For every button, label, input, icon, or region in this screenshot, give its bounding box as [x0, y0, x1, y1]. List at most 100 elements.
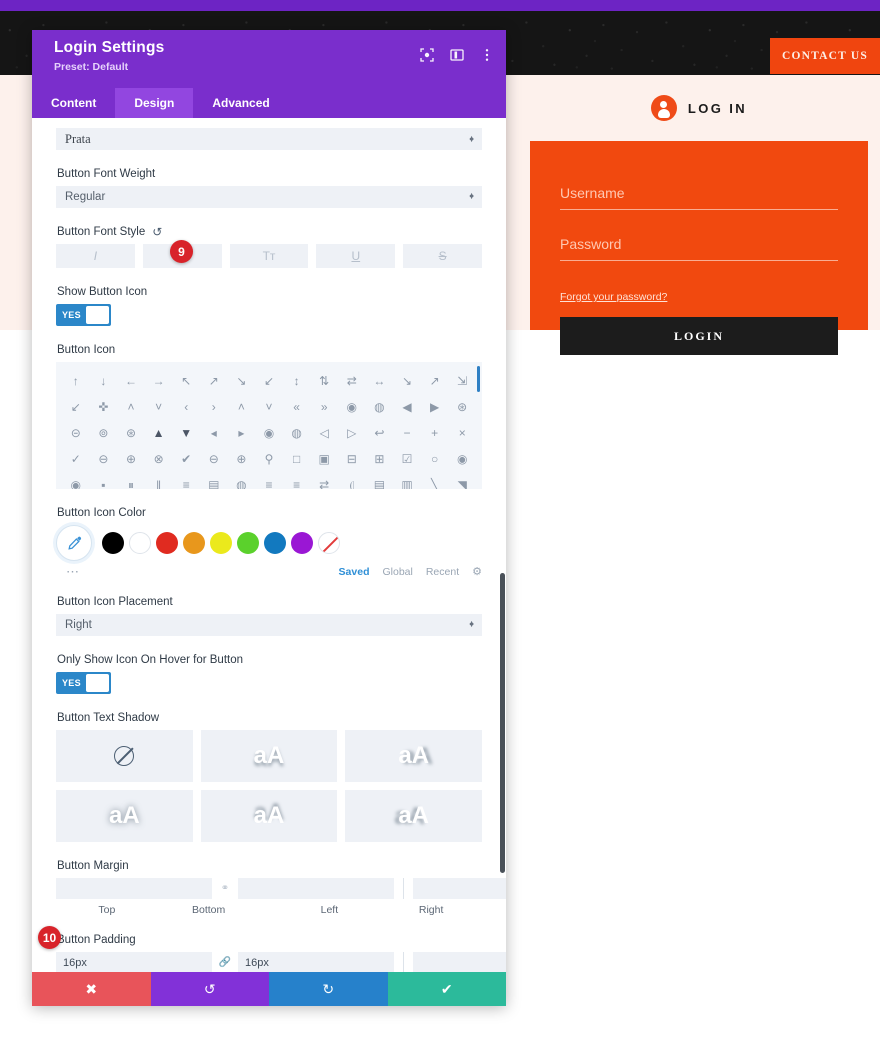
button-icon-option[interactable]: ⇄ [338, 369, 366, 393]
button-icon-option[interactable]: − [393, 421, 421, 445]
button-icon-option[interactable]: ← [117, 369, 145, 393]
settings-panel-scrollbar[interactable] [500, 573, 505, 873]
text-shadow-right[interactable]: aA [345, 730, 482, 782]
cancel-button[interactable]: ✖ [32, 972, 151, 1006]
button-padding-left[interactable] [413, 952, 506, 972]
button-icon-option[interactable]: ⊕ [117, 447, 145, 471]
button-icon-option[interactable]: ◍ [228, 473, 256, 489]
button-icon-option[interactable]: ▲ [145, 421, 173, 445]
button-icon-option[interactable]: › [200, 395, 228, 419]
button-icon-option[interactable]: ⇅ [310, 369, 338, 393]
button-icon-option[interactable]: ≡ [255, 473, 283, 489]
button-icon-option[interactable]: ↩ [366, 421, 394, 445]
button-icon-option[interactable]: ◉ [448, 447, 476, 471]
button-icon-option[interactable]: ✜ [90, 395, 118, 419]
button-icon-option[interactable]: □ [283, 447, 311, 471]
button-icon-option[interactable]: ↓ [90, 369, 118, 393]
button-icon-option[interactable]: ○ [421, 447, 449, 471]
button-icon-option[interactable]: ↗ [200, 369, 228, 393]
button-icon-option[interactable]: ◉ [255, 421, 283, 445]
button-icon-option[interactable]: ≡ [172, 473, 200, 489]
button-icon-option[interactable]: ≡ [283, 473, 311, 489]
color-swatch[interactable] [237, 532, 259, 554]
button-padding-top[interactable] [56, 952, 212, 972]
text-shadow-left[interactable]: aA [345, 790, 482, 842]
eyedropper-icon[interactable] [56, 525, 92, 561]
more-vertical-icon[interactable] [480, 48, 494, 62]
button-icon-option[interactable]: ⊛ [117, 421, 145, 445]
username-input[interactable] [560, 185, 838, 210]
button-icon-option[interactable]: ▷ [338, 421, 366, 445]
button-icon-option[interactable]: ˅ [255, 395, 283, 419]
button-icon-option[interactable]: × [448, 421, 476, 445]
contact-us-button[interactable]: CONTACT US [770, 38, 880, 74]
button-icon-option[interactable]: » [310, 395, 338, 419]
button-icon-option[interactable]: ↙ [255, 369, 283, 393]
button-icon-option[interactable]: ‹ [172, 395, 200, 419]
color-swatch[interactable] [102, 532, 124, 554]
color-tab-saved[interactable]: Saved [339, 566, 370, 578]
button-icon-option[interactable]: ⊝ [62, 421, 90, 445]
button-icon-option[interactable]: ✓ [62, 447, 90, 471]
color-tab-recent[interactable]: Recent [426, 566, 459, 578]
color-swatch[interactable] [210, 532, 232, 554]
button-icon-option[interactable]: ▤ [200, 473, 228, 489]
button-icon-option[interactable]: ◉ [338, 395, 366, 419]
button-font-style-underline[interactable]: U [316, 244, 396, 268]
target-focus-icon[interactable] [420, 48, 434, 62]
button-icon-option[interactable]: ◁ [310, 421, 338, 445]
button-icon-option[interactable]: ☑ [393, 447, 421, 471]
button-icon-option[interactable]: ⇄ [310, 473, 338, 489]
only-show-icon-on-hover-toggle[interactable]: YES [56, 672, 111, 694]
button-icon-option[interactable]: ⊟ [338, 447, 366, 471]
button-icon-option[interactable]: ˄ [117, 395, 145, 419]
link-broken-icon[interactable]: ⚭ [212, 883, 238, 894]
show-button-icon-toggle[interactable]: YES [56, 304, 111, 326]
button-icon-option[interactable]: ▤ [366, 473, 394, 489]
link-icon[interactable]: 🔗 [212, 957, 238, 968]
gear-icon[interactable]: ⚙ [472, 565, 482, 578]
button-icon-option[interactable]: ↑ [62, 369, 90, 393]
button-font-weight-select[interactable]: Regular ▲ ▼ [56, 186, 482, 208]
panel-layout-icon[interactable] [450, 48, 464, 62]
redo-button[interactable]: ↻ [269, 972, 388, 1006]
button-icon-option[interactable]: ▶ [421, 395, 449, 419]
button-icon-option[interactable]: ▸ [228, 421, 256, 445]
tab-advanced[interactable]: Advanced [193, 88, 288, 118]
button-icon-option[interactable]: ⊚ [90, 421, 118, 445]
button-icon-option[interactable]: ↘ [228, 369, 256, 393]
button-icon-option[interactable]: → [145, 369, 173, 393]
button-icon-option[interactable]: ⊖ [200, 447, 228, 471]
button-icon-option[interactable]: ◍ [366, 395, 394, 419]
button-icon-option[interactable]: ◀ [393, 395, 421, 419]
button-icon-option[interactable]: ↙ [62, 395, 90, 419]
button-icon-option[interactable]: ▼ [172, 421, 200, 445]
color-swatch[interactable] [129, 532, 151, 554]
button-font-style-strikethrough[interactable]: S [403, 244, 482, 268]
button-icon-option[interactable]: ◂ [200, 421, 228, 445]
button-icon-option[interactable]: ↕ [283, 369, 311, 393]
button-padding-bottom[interactable] [238, 952, 394, 972]
color-swatch[interactable] [264, 532, 286, 554]
button-icon-option[interactable]: ˄ [228, 395, 256, 419]
tab-content[interactable]: Content [32, 88, 115, 118]
color-tab-global[interactable]: Global [382, 566, 412, 578]
color-swatch[interactable] [183, 532, 205, 554]
save-button[interactable]: ✔ [387, 972, 506, 1006]
tab-design[interactable]: Design [115, 88, 194, 118]
button-font-family-select[interactable]: Prata ▲ ▼ [56, 128, 482, 150]
color-swatch-none[interactable] [318, 532, 340, 554]
text-shadow-none[interactable] [56, 730, 193, 782]
button-margin-bottom[interactable] [238, 878, 394, 899]
forgot-password-link[interactable]: Forgot your password? [560, 291, 667, 303]
button-icon-option[interactable]: ◍ [283, 421, 311, 445]
button-icon-option[interactable]: ✔ [172, 447, 200, 471]
button-icon-option[interactable]: ▪ [90, 473, 118, 489]
button-icon-option[interactable]: ⦇ [338, 473, 366, 489]
reset-icon[interactable]: ↺ [152, 226, 162, 238]
text-shadow-down[interactable]: aA [200, 730, 338, 782]
button-icon-option[interactable]: ˅ [145, 395, 173, 419]
password-input[interactable] [560, 236, 838, 261]
button-icon-option[interactable]: ⚲ [255, 447, 283, 471]
button-icon-placement-select[interactable]: Right ▲ ▼ [56, 614, 482, 636]
